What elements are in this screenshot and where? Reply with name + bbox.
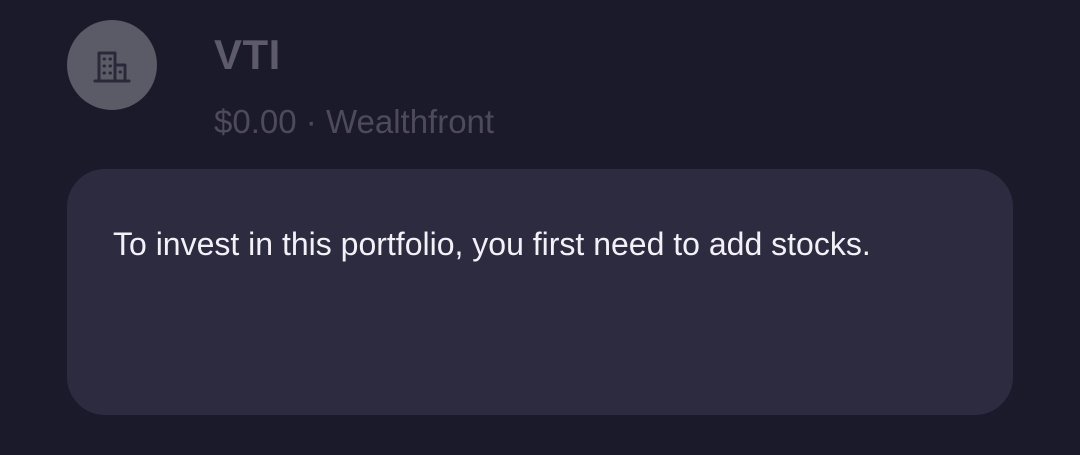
holding-provider: Wealthfront bbox=[325, 103, 495, 140]
notice-message: To invest in this portfolio, you first n… bbox=[113, 226, 871, 262]
holding-value: $0.00 bbox=[214, 103, 297, 140]
holding-avatar bbox=[67, 20, 157, 110]
holding-row[interactable]: VTI $0.00 · Wealthfront bbox=[0, 0, 1080, 160]
holding-ticker: VTI bbox=[214, 31, 281, 78]
building-icon bbox=[93, 51, 131, 83]
notice-card: To invest in this portfolio, you first n… bbox=[67, 169, 1013, 415]
meta-separator: · bbox=[305, 103, 317, 140]
holding-meta: $0.00 · Wealthfront bbox=[214, 100, 494, 144]
